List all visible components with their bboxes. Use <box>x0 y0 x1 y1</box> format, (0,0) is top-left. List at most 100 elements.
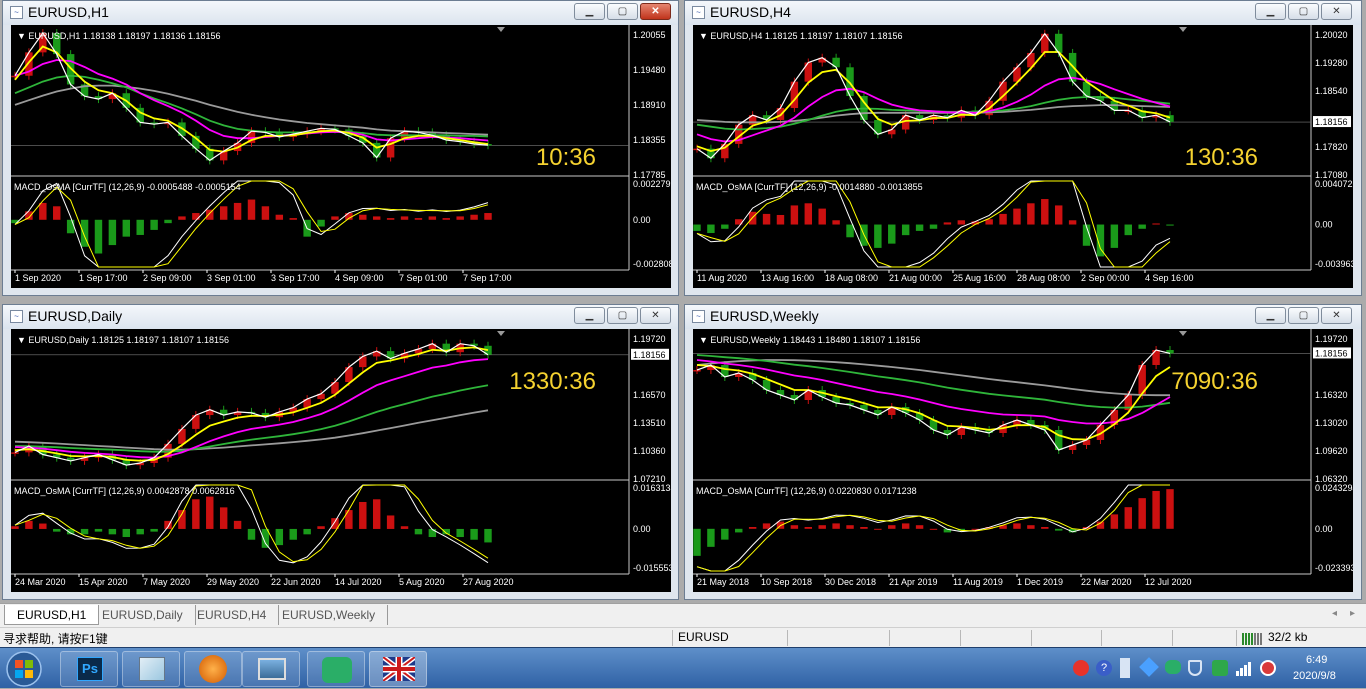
chart-info-label: ▼ EURUSD,H1 1.18138 1.18197 1.18136 1.18… <box>17 31 221 41</box>
osma-bar <box>1054 528 1063 531</box>
taskbar-metatrader-button[interactable] <box>369 651 427 687</box>
osma-bar <box>261 206 270 220</box>
taskbar-maps-button[interactable] <box>122 651 180 687</box>
tab-eurusd-weekly[interactable]: EURUSD,Weekly <box>270 605 389 625</box>
osma-bar <box>693 528 701 556</box>
tab-scroll-left-icon[interactable]: ◂ <box>1332 608 1337 619</box>
maximize-button[interactable]: ▢ <box>607 3 638 20</box>
price-tick: 1.13510 <box>633 418 666 428</box>
tab-scroll-right-icon[interactable]: ▸ <box>1350 608 1355 619</box>
osma-bar <box>1013 208 1021 225</box>
status-symbol: EURUSD <box>678 630 729 644</box>
chart-window-weekly[interactable]: ~ EURUSD,Weekly ▁ ▢ ✕ ▼ EURUSD,Weekly 1.… <box>684 304 1362 600</box>
chart-window-h1[interactable]: ~ EURUSD,H1 ▁ ▢ ✕ ▼ EURUSD,H1 1.18138 1.… <box>2 0 679 296</box>
indicator-tick: 0.00 <box>1315 220 1333 230</box>
taskbar-wechat-button[interactable] <box>307 651 365 687</box>
tray-sogou-icon[interactable] <box>1073 660 1089 676</box>
tray-signal-icon[interactable] <box>1236 660 1252 676</box>
indicator-label: MACD_OsMA [CurrTF] (12,26,9) 0.0220830 0… <box>696 486 917 496</box>
chart-area[interactable]: ▼ EURUSD,Weekly 1.18443 1.18480 1.18107 … <box>693 329 1353 592</box>
osma-bar <box>484 528 492 543</box>
price-tick: 1.20020 <box>1315 30 1348 40</box>
osma-bar <box>957 220 966 225</box>
window-titlebar[interactable]: ~ EURUSD,H4 ▁ ▢ ✕ <box>685 1 1361 25</box>
indicator-tick: 0.00 <box>633 215 651 225</box>
close-button[interactable]: ✕ <box>640 307 671 324</box>
minimize-button[interactable]: ▁ <box>574 307 605 324</box>
bar-countdown-timer: 7090:36 <box>1171 368 1258 395</box>
indicator-tick: -0.023393 <box>1315 563 1353 573</box>
taskbar-photoshop-button[interactable]: Ps <box>60 651 118 687</box>
osma-bar <box>707 224 715 234</box>
close-button[interactable]: ✕ <box>1321 307 1352 324</box>
chart-window-icon: ~ <box>10 310 23 323</box>
osma-bar <box>122 528 131 538</box>
taskbar-photo-viewer-button[interactable] <box>242 651 300 687</box>
taskbar-app-button[interactable] <box>184 651 242 687</box>
time-tick: 13 Aug 16:00 <box>761 273 814 283</box>
window-titlebar[interactable]: ~ EURUSD,Weekly ▁ ▢ ✕ <box>685 305 1361 329</box>
tray-security-icon[interactable] <box>1212 660 1228 676</box>
chart-area[interactable]: ▼ EURUSD,H1 1.18138 1.18197 1.18136 1.18… <box>11 25 671 288</box>
osma-bar <box>832 523 840 529</box>
price-tick: 1.13020 <box>1315 418 1348 428</box>
clock-date[interactable]: 2020/9/8 <box>1293 670 1336 682</box>
minimize-button[interactable]: ▁ <box>574 3 605 20</box>
tab-eurusd-h1[interactable]: EURUSD,H1 <box>4 605 100 625</box>
osma-bar <box>470 528 478 540</box>
tab-eurusd-h4[interactable]: EURUSD,H4 <box>185 605 280 625</box>
start-button-icon[interactable] <box>2 648 46 689</box>
osma-bar <box>247 528 256 540</box>
price-tick: 1.10360 <box>633 446 666 456</box>
osma-bar <box>860 527 868 529</box>
indicator-tick: 0.0163133 <box>633 483 671 493</box>
chart-shift-marker-icon <box>1179 331 1187 336</box>
time-tick: 28 Aug 08:00 <box>1017 273 1070 283</box>
tray-wechat-icon[interactable] <box>1165 660 1181 674</box>
tray-network-icon[interactable] <box>1120 658 1130 678</box>
chart-area[interactable]: ▼ EURUSD,Daily 1.18125 1.18197 1.18107 1… <box>11 329 671 592</box>
status-bar: 寻求帮助, 请按F1键 EURUSD 32/2 kb <box>0 627 1366 647</box>
clock-time[interactable]: 6:49 <box>1306 654 1327 666</box>
osma-bar <box>80 528 89 535</box>
osma-bar <box>372 216 381 220</box>
maximize-button[interactable]: ▢ <box>1288 3 1319 20</box>
chart-svg: ▼ EURUSD,Weekly 1.18443 1.18480 1.18107 … <box>693 329 1353 587</box>
osma-bar <box>915 525 924 529</box>
tray-shield-icon[interactable] <box>1188 660 1202 676</box>
osma-bar <box>929 528 938 530</box>
status-divider <box>787 630 788 646</box>
osma-bar <box>1041 527 1049 529</box>
orange-app-icon <box>199 655 227 683</box>
chart-window-icon: ~ <box>692 310 705 323</box>
tray-app-icon[interactable] <box>1139 657 1159 677</box>
minimize-button[interactable]: ▁ <box>1255 307 1286 324</box>
indicator-tick: 0.0022799 <box>633 179 671 189</box>
window-titlebar[interactable]: ~ EURUSD,Daily ▁ ▢ ✕ <box>3 305 678 329</box>
price-line <box>14 343 489 466</box>
maximize-button[interactable]: ▢ <box>1288 307 1319 324</box>
time-tick: 11 Aug 2020 <box>697 273 747 283</box>
maximize-button[interactable]: ▢ <box>607 307 638 324</box>
status-help-text: 寻求帮助, 请按F1键 <box>3 632 108 646</box>
chart-symbol-label: ▼ EURUSD,Daily <box>17 335 91 345</box>
tab-eurusd-daily[interactable]: EURUSD,Daily <box>90 605 196 625</box>
tray-volume-muted-icon[interactable] <box>1260 660 1276 676</box>
status-divider <box>1236 630 1237 646</box>
close-button[interactable]: ✕ <box>640 3 671 20</box>
chart-window-daily[interactable]: ~ EURUSD,Daily ▁ ▢ ✕ ▼ EURUSD,Daily 1.18… <box>2 304 679 600</box>
minimize-button[interactable]: ▁ <box>1255 3 1286 20</box>
tray-help-icon[interactable]: ? <box>1096 660 1112 676</box>
signal-line <box>14 484 489 563</box>
osma-bar <box>400 526 409 529</box>
close-button[interactable]: ✕ <box>1321 3 1352 20</box>
time-tick: 14 Jul 2020 <box>335 577 382 587</box>
window-titlebar[interactable]: ~ EURUSD,H1 ▁ ▢ ✕ <box>3 1 678 25</box>
osma-bar <box>428 216 437 220</box>
osma-bar <box>164 219 172 224</box>
windows-taskbar: Ps ? 6:49 2020/9/8 <box>0 647 1366 688</box>
chart-window-h4[interactable]: ~ EURUSD,H4 ▁ ▢ ✕ ▼ EURUSD,H4 1.18125 1.… <box>684 0 1362 296</box>
osma-bar <box>846 224 854 238</box>
osma-bar <box>874 528 882 530</box>
chart-area[interactable]: ▼ EURUSD,H4 1.18125 1.18197 1.18107 1.18… <box>693 25 1353 288</box>
